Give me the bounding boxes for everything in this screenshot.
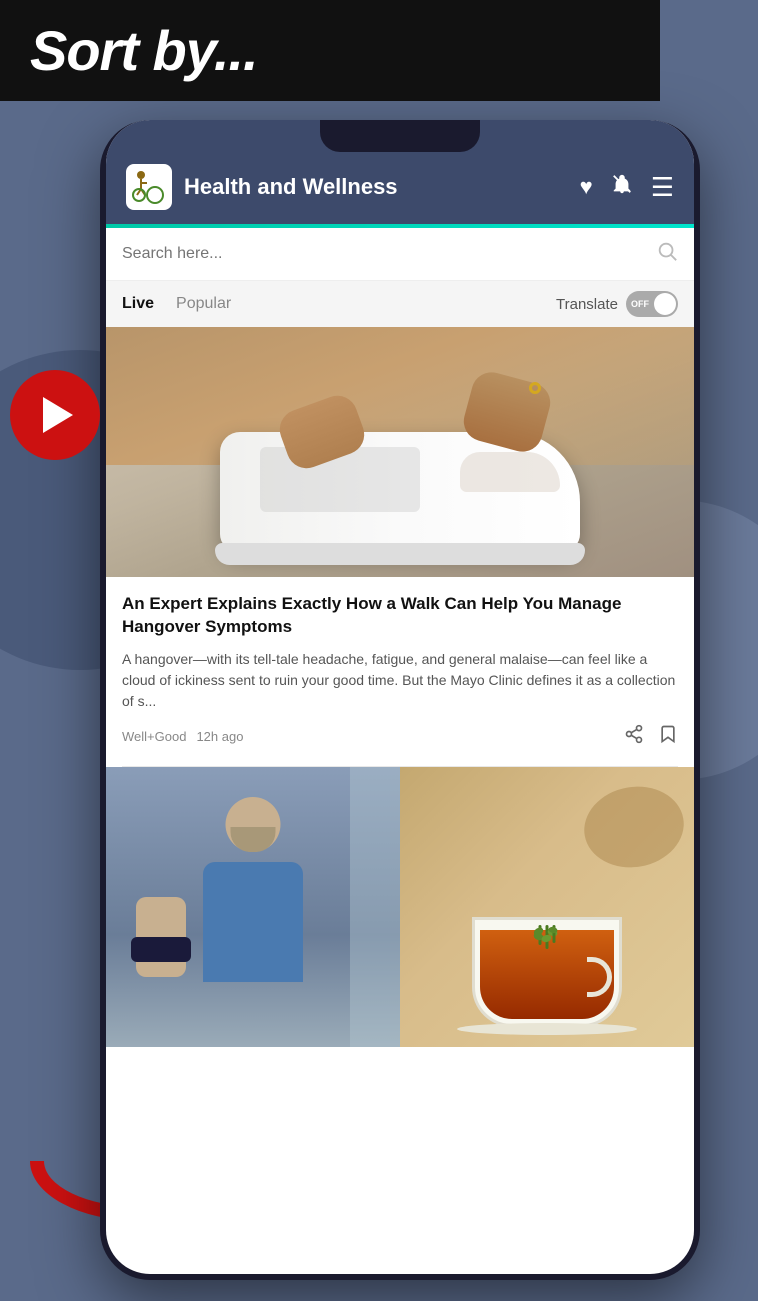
article-actions — [624, 724, 678, 750]
translate-label: Translate — [556, 296, 618, 313]
tab-popular[interactable]: Popular — [176, 291, 241, 317]
article-hero-image — [106, 327, 694, 577]
menu-icon[interactable]: ☰ — [651, 174, 674, 200]
phone-screen: Health and Wellness ♥ ☰ — [106, 120, 694, 1274]
phone-frame: Health and Wellness ♥ ☰ — [100, 120, 700, 1280]
play-button[interactable] — [10, 370, 100, 460]
tea-saucer — [457, 1023, 637, 1035]
heart-icon[interactable]: ♥ — [580, 174, 593, 200]
man-arm — [136, 897, 186, 977]
tab-live[interactable]: Live — [122, 291, 164, 317]
sneaker-heel — [460, 452, 560, 492]
app-title: Health and Wellness — [184, 174, 568, 200]
article-content: An Expert Explains Exactly How a Walk Ca… — [106, 577, 694, 766]
grid-item-tea — [400, 767, 694, 1047]
bell-icon[interactable] — [611, 173, 633, 201]
search-bar — [106, 228, 694, 281]
grid-item-man — [106, 767, 400, 1047]
sort-header-banner: Sort by... — [0, 0, 660, 101]
sort-header-text: Sort by... — [30, 19, 258, 82]
bp-cuff — [131, 937, 191, 962]
tea-herbs — [539, 925, 556, 949]
translate-section: Translate OFF — [556, 291, 678, 317]
search-input[interactable] — [122, 245, 646, 263]
article-title: An Expert Explains Exactly How a Walk Ca… — [122, 593, 678, 639]
phone-notch — [320, 120, 480, 152]
search-icon[interactable] — [656, 240, 678, 268]
wall-panel — [350, 767, 400, 1047]
grid-section — [106, 767, 694, 1047]
tea-scene-bg — [400, 767, 694, 1047]
header-icons: ♥ ☰ — [580, 173, 674, 201]
toggle-off-label: OFF — [631, 299, 649, 309]
share-icon[interactable] — [624, 724, 644, 750]
article-source: Well+Good — [122, 729, 186, 744]
toggle-knob — [654, 293, 676, 315]
man-shirt — [203, 862, 303, 982]
app-logo — [126, 164, 172, 210]
man-figure-bg — [106, 767, 400, 1047]
article-time: 12h ago — [196, 729, 243, 744]
sneaker-sole — [215, 543, 585, 565]
article-meta: Well+Good 12h ago — [122, 724, 678, 750]
translate-toggle[interactable]: OFF — [626, 291, 678, 317]
tabs-bar: Live Popular Translate OFF — [106, 281, 694, 327]
play-triangle-icon — [43, 397, 73, 433]
article-excerpt: A hangover—with its tell-tale headache, … — [122, 649, 678, 712]
sneaker-scene — [106, 327, 694, 577]
logo-svg — [129, 167, 169, 207]
man-head — [226, 797, 281, 852]
bookmark-icon[interactable] — [658, 724, 678, 750]
